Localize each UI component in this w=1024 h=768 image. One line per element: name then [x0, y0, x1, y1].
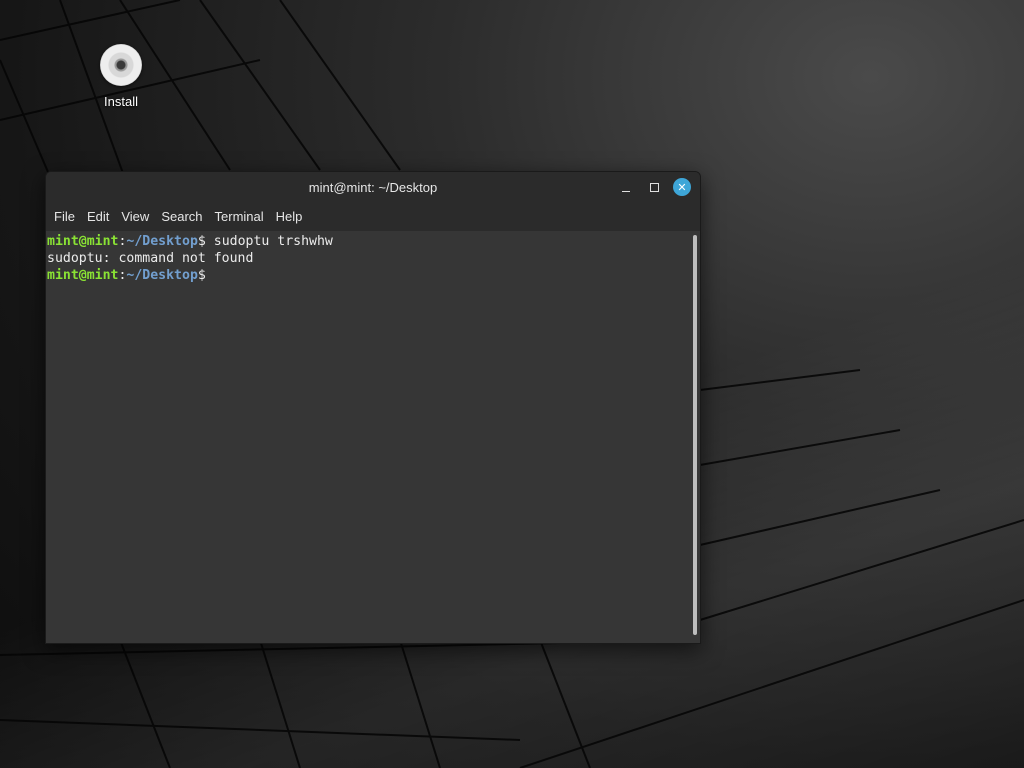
terminal-window[interactable]: mint@mint: ~/Desktop ✕ File Edit View Se… — [45, 171, 701, 644]
maximize-icon — [649, 182, 659, 192]
terminal-output: mint@mint:~/Desktop$ sudoptu trshwhw sudo… — [47, 233, 333, 284]
scrollbar[interactable] — [693, 235, 697, 635]
prompt-path: ~/Desktop — [126, 268, 198, 283]
title-bar[interactable]: mint@mint: ~/Desktop ✕ — [46, 172, 700, 203]
terminal-line: sudoptu: command not found — [47, 250, 333, 267]
terminal-line: mint@mint:~/Desktop$ — [47, 267, 333, 284]
prompt-symbol: $ — [197, 234, 206, 249]
desktop: Install mint@mint: ~/Desktop ✕ File Edit… — [0, 0, 1024, 768]
menu-search[interactable]: Search — [155, 203, 208, 231]
minimize-icon — [622, 190, 630, 192]
prompt-path: ~/Desktop — [126, 234, 198, 249]
close-button[interactable]: ✕ — [673, 178, 691, 196]
prompt-user-host: mint@mint — [47, 234, 119, 249]
menu-file[interactable]: File — [48, 203, 81, 231]
command-text: sudoptu trshwhw — [205, 234, 333, 249]
menu-bar: File Edit View Search Terminal Help — [46, 203, 700, 231]
window-title: mint@mint: ~/Desktop — [308, 180, 438, 195]
prompt-symbol: $ — [197, 268, 206, 283]
menu-view[interactable]: View — [115, 203, 155, 231]
minimize-button[interactable] — [617, 178, 635, 196]
command-output: sudoptu: command not found — [47, 251, 254, 266]
menu-edit[interactable]: Edit — [81, 203, 115, 231]
prompt-user-host: mint@mint — [47, 268, 119, 283]
disc-icon — [100, 44, 142, 86]
menu-help[interactable]: Help — [270, 203, 309, 231]
terminal-line: mint@mint:~/Desktop$ sudoptu trshwhw — [47, 233, 333, 250]
close-icon: ✕ — [677, 180, 687, 194]
desktop-icon-label: Install — [104, 94, 138, 109]
menu-terminal[interactable]: Terminal — [209, 203, 270, 231]
maximize-button[interactable] — [645, 178, 663, 196]
desktop-icon-install[interactable]: Install — [92, 44, 150, 109]
terminal-area[interactable]: mint@mint:~/Desktop$ sudoptu trshwhw sudo… — [46, 231, 700, 643]
